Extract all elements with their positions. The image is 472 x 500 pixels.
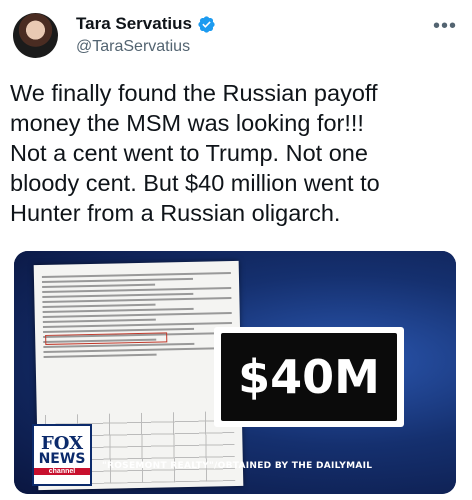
- amount-graphic: $40M: [214, 327, 404, 427]
- more-horizontal-icon[interactable]: •••: [433, 15, 457, 38]
- ticker-caption: "ROSEMONT REALTY"/OBTAINED BY THE DAILYM…: [102, 461, 373, 471]
- tweet-media-image[interactable]: $40M FOX NEWS channel "ROSEMONT REALTY"/…: [14, 251, 456, 494]
- logo-text-top: FOX: [40, 432, 84, 454]
- author-row: Tara Servatius: [76, 14, 216, 34]
- author-name[interactable]: Tara Servatius: [76, 14, 192, 34]
- avatar[interactable]: [13, 13, 58, 58]
- logo-text-channel: channel: [34, 467, 90, 475]
- logo-text-bottom: NEWS: [38, 450, 86, 467]
- amount-label: $40M: [221, 333, 397, 421]
- author-handle[interactable]: @TaraServatius: [76, 38, 190, 56]
- tweet-text: We finally found the Russian payoff mone…: [10, 80, 380, 226]
- verified-badge-icon: [198, 15, 215, 33]
- fox-news-logo: FOX NEWS channel: [32, 424, 92, 486]
